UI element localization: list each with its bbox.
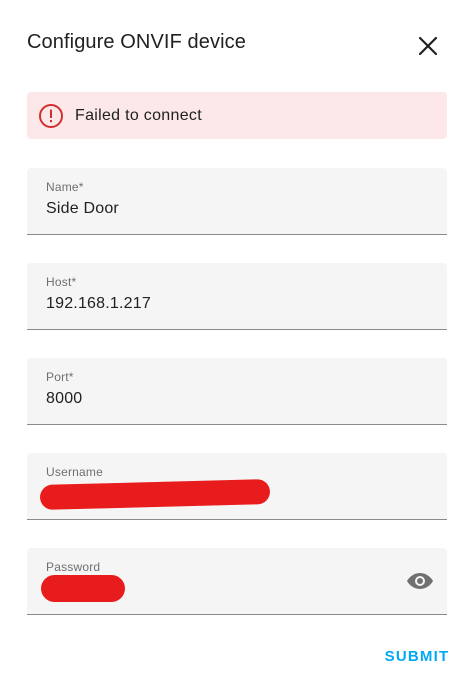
username-redaction	[39, 478, 271, 511]
port-field[interactable]: Port*	[27, 358, 447, 425]
password-redaction	[41, 575, 125, 602]
eye-icon	[407, 573, 433, 589]
close-icon	[419, 37, 437, 55]
name-input[interactable]	[46, 200, 386, 218]
host-label: Host*	[46, 275, 77, 289]
port-input[interactable]	[46, 390, 386, 408]
username-label: Username	[46, 465, 103, 479]
toggle-password-visibility-button[interactable]	[403, 564, 437, 598]
port-label: Port*	[46, 370, 74, 384]
error-alert: Failed to connect	[27, 92, 447, 139]
name-label: Name*	[46, 180, 84, 194]
name-field[interactable]: Name*	[27, 168, 447, 235]
configure-onvif-dialog: Configure ONVIF device Failed to connect…	[0, 0, 474, 681]
dialog-title: Configure ONVIF device	[27, 31, 246, 53]
username-field[interactable]: Username	[27, 453, 447, 520]
password-label: Password	[46, 560, 101, 574]
close-button[interactable]	[410, 28, 446, 64]
submit-button[interactable]: SUBMIT	[378, 640, 456, 672]
host-input[interactable]	[46, 295, 386, 313]
alert-message: Failed to connect	[75, 106, 202, 124]
password-field[interactable]: Password	[27, 548, 447, 615]
error-icon	[38, 103, 64, 129]
host-field[interactable]: Host*	[27, 263, 447, 330]
